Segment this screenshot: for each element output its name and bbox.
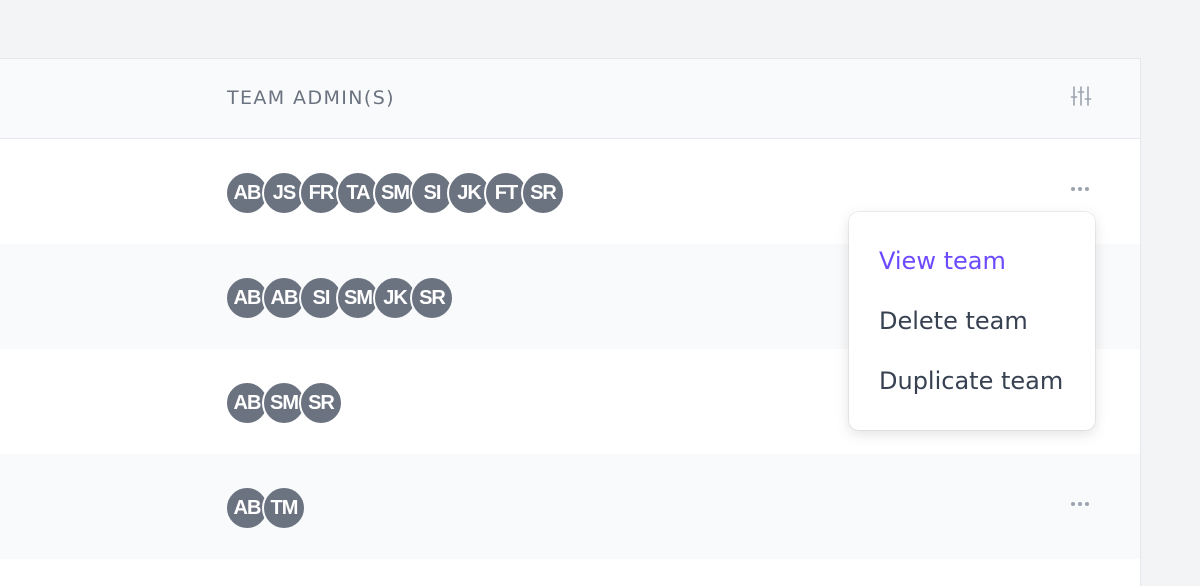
avatar[interactable]: TM [262,486,306,530]
view-team-menu-item[interactable]: View team [879,247,1006,275]
table-header: TEAM ADMIN(S) [0,59,1140,139]
ellipsis-icon [1071,187,1089,191]
avatar[interactable]: SR [521,171,565,215]
avatar[interactable]: SR [299,381,343,425]
admin-avatars-group: AB AB SI SM JK SR [225,276,454,320]
page: TEAM ADMIN(S) AB JS FR TA SM SI JK FT SR AB AB SI SM… [0,0,1200,586]
column-header-team-admins: TEAM ADMIN(S) [227,87,395,109]
duplicate-team-menu-item[interactable]: Duplicate team [879,367,1063,395]
more-options-button[interactable] [1064,492,1096,516]
more-options-button[interactable] [1064,177,1096,201]
table-row[interactable]: AB TM [0,454,1140,559]
delete-team-menu-item[interactable]: Delete team [879,307,1028,335]
admin-avatars-group: AB JS FR TA SM SI JK FT SR [225,171,565,215]
admin-avatars-group: AB TM [225,486,306,530]
ellipsis-icon [1071,502,1089,506]
row-actions-dropdown: View team Delete team Duplicate team [849,212,1095,430]
sliders-icon[interactable] [1068,83,1094,109]
admin-avatars-group: AB SM SR [225,381,343,425]
avatar[interactable]: SR [410,276,454,320]
